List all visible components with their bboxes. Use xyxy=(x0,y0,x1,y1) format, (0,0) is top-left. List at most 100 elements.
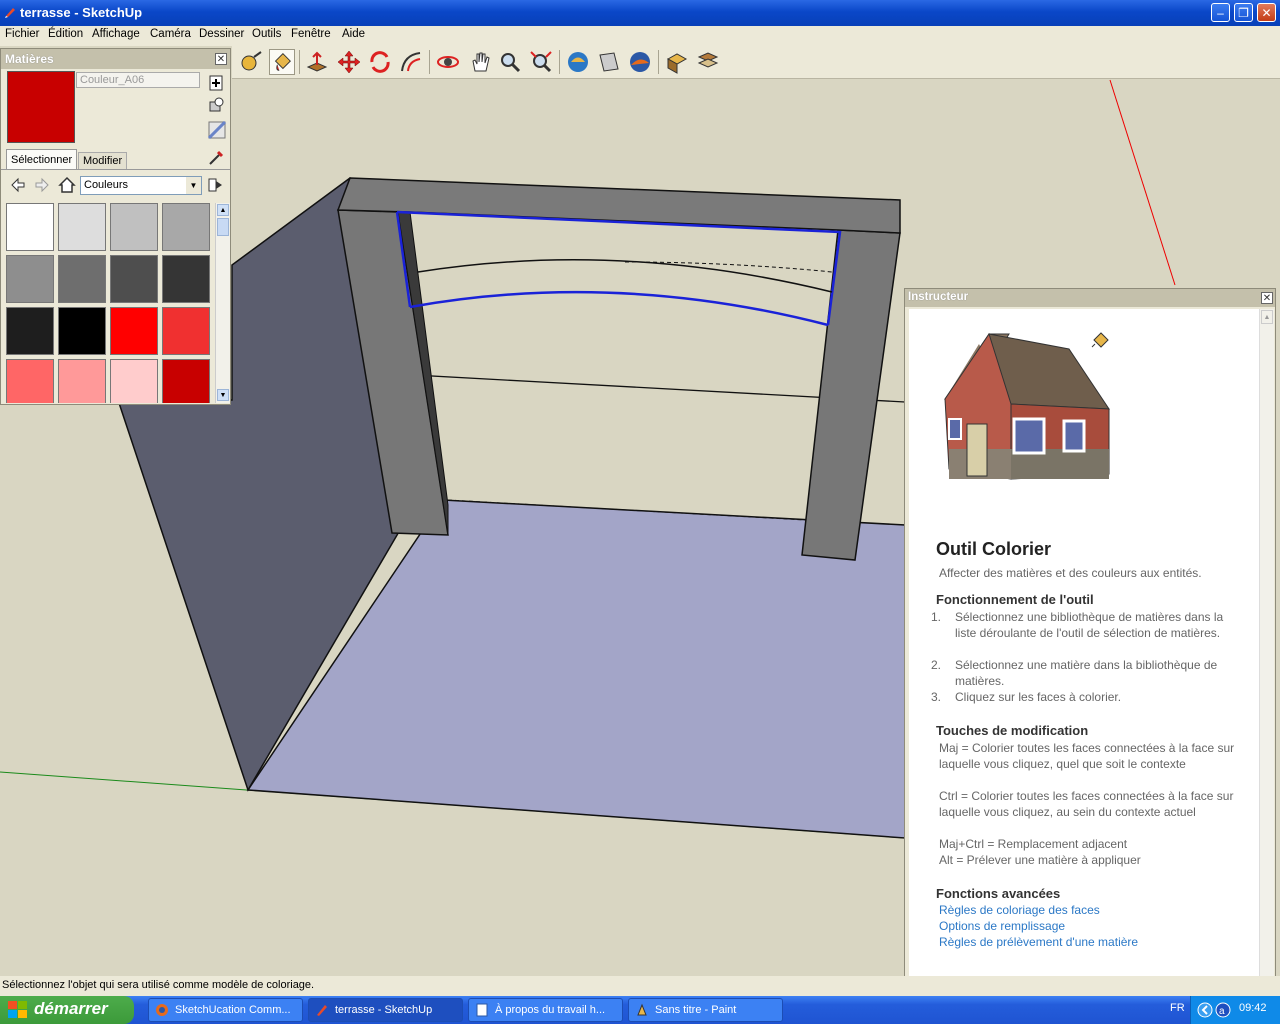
material-swatch[interactable] xyxy=(6,359,54,403)
modifier-item: Maj = Colorier toutes les faces connecté… xyxy=(939,741,1235,771)
material-swatch[interactable] xyxy=(162,307,210,355)
current-material-swatch xyxy=(7,71,75,143)
forward-arrow-icon[interactable] xyxy=(34,177,50,193)
menu-aide[interactable]: Aide xyxy=(342,28,365,40)
paint-bucket-icon xyxy=(274,53,291,71)
pan-hand-icon[interactable] xyxy=(467,49,493,75)
material-swatch[interactable] xyxy=(6,307,54,355)
material-swatch[interactable] xyxy=(110,359,158,403)
paint-bucket-button[interactable] xyxy=(269,49,295,75)
tape-measure-icon[interactable] xyxy=(238,49,264,75)
task-sketchup[interactable]: terrasse - SketchUp xyxy=(308,998,463,1022)
library-dropdown[interactable]: Couleurs ▼ xyxy=(80,176,202,195)
menu-fichier[interactable]: Fichier xyxy=(5,28,40,40)
red-axis xyxy=(1109,79,1176,286)
sketchup-app-icon xyxy=(5,8,15,18)
scroll-down-icon[interactable]: ▼ xyxy=(217,389,229,401)
tray-expand-icon[interactable] xyxy=(1197,1002,1213,1018)
details-arrow-icon[interactable] xyxy=(208,177,224,193)
materials-stack-icon[interactable] xyxy=(695,49,721,75)
firefox-icon xyxy=(156,1004,168,1016)
move-icon[interactable] xyxy=(336,49,362,75)
material-swatch[interactable] xyxy=(58,307,106,355)
link-face-painting-rules[interactable]: Règles de coloriage des faces xyxy=(939,903,1100,917)
sketchup-icon xyxy=(317,1005,327,1016)
back-arrow-icon[interactable] xyxy=(10,177,26,193)
orbit-icon[interactable] xyxy=(435,49,461,75)
task-word[interactable]: À propos du travail h... xyxy=(468,998,623,1022)
materials-close-button[interactable]: ✕ xyxy=(215,53,227,65)
offset-icon[interactable] xyxy=(398,49,424,75)
zoom-extents-icon[interactable] xyxy=(528,49,554,75)
share-model-icon[interactable] xyxy=(596,49,622,75)
material-swatch[interactable] xyxy=(110,307,158,355)
scroll-up-icon[interactable]: ▲ xyxy=(1261,310,1273,324)
modifier-item: Maj+Ctrl = Remplacement adjacent xyxy=(939,837,1128,851)
link-sampling-rules[interactable]: Règles de prélèvement d'une matière xyxy=(939,935,1138,949)
task-paint[interactable]: Sans titre - Paint xyxy=(628,998,783,1022)
house-illustration xyxy=(944,332,1110,480)
material-swatch[interactable] xyxy=(110,255,158,303)
material-swatch[interactable] xyxy=(58,359,106,403)
create-material-icon[interactable] xyxy=(208,75,224,91)
materials-panel: Matières ✕ Couleur_A06 Sélectionner Modi… xyxy=(0,48,231,405)
link-fill-options[interactable]: Options de remplissage xyxy=(939,919,1065,933)
push-pull-icon[interactable] xyxy=(304,49,330,75)
security-tray-icon[interactable]: a xyxy=(1215,1002,1231,1018)
windows-logo-icon xyxy=(8,1001,27,1018)
rotate-icon[interactable] xyxy=(367,49,393,75)
sample-paint-icon[interactable] xyxy=(207,149,225,167)
menu-edition[interactable]: Édition xyxy=(48,28,83,40)
modifier-item: Alt = Prélever une matière à appliquer xyxy=(939,853,1141,867)
preview-material-icon[interactable] xyxy=(208,121,226,139)
task-firefox[interactable]: SketchUcation Comm... xyxy=(148,998,303,1022)
status-bar: Sélectionnez l'objet qui sera utilisé co… xyxy=(0,976,1280,996)
close-button[interactable]: ✕ xyxy=(1257,3,1276,22)
language-indicator[interactable]: FR xyxy=(1170,1002,1185,1014)
components-icon[interactable] xyxy=(664,49,690,75)
material-swatch[interactable] xyxy=(6,255,54,303)
menu-outils[interactable]: Outils xyxy=(252,28,281,40)
scroll-up-icon[interactable]: ▲ xyxy=(217,204,229,216)
paint-bucket-icon xyxy=(1091,332,1109,348)
menu-affichage[interactable]: Affichage xyxy=(92,28,140,40)
material-swatch[interactable] xyxy=(58,203,106,251)
top-beam xyxy=(336,177,901,234)
arch-curve xyxy=(417,259,833,293)
material-swatch[interactable] xyxy=(110,203,158,251)
library-dropdown-value: Couleurs xyxy=(84,179,129,191)
selected-edge-top xyxy=(396,210,842,326)
svg-text:a: a xyxy=(1219,1006,1225,1017)
instructor-close-button[interactable]: ✕ xyxy=(1261,292,1273,304)
google-earth-icon[interactable] xyxy=(627,49,653,75)
material-swatch[interactable] xyxy=(162,359,210,403)
title-bar: terrasse - SketchUp – ❐ ✕ xyxy=(0,0,1280,26)
maximize-button[interactable]: ❐ xyxy=(1234,3,1253,22)
minimize-button[interactable]: – xyxy=(1211,3,1230,22)
material-name-field[interactable]: Couleur_A06 xyxy=(76,72,200,88)
start-button[interactable]: démarrer xyxy=(0,996,134,1024)
menu-dessiner[interactable]: Dessiner xyxy=(199,28,244,40)
swatch-scrollbar[interactable]: ▲ ▼ xyxy=(215,203,230,403)
home-icon[interactable] xyxy=(58,176,76,194)
window-title: terrasse - SketchUp xyxy=(20,5,143,20)
material-swatch[interactable] xyxy=(162,255,210,303)
main-toolbar xyxy=(232,46,1280,79)
instructor-scrollbar[interactable]: ▲ xyxy=(1259,309,1274,995)
advanced-heading: Fonctions avancées xyxy=(936,886,1061,901)
material-swatch[interactable] xyxy=(162,203,210,251)
tab-selectionner[interactable]: Sélectionner xyxy=(6,149,78,169)
scroll-thumb[interactable] xyxy=(217,218,229,236)
get-models-icon[interactable] xyxy=(565,49,591,75)
zoom-icon[interactable] xyxy=(497,49,523,75)
tab-modifier[interactable]: Modifier xyxy=(78,152,128,169)
instructor-title: Instructeur xyxy=(908,291,969,303)
menu-camera[interactable]: Caméra xyxy=(150,28,191,40)
document-icon xyxy=(476,1003,488,1017)
right-post xyxy=(801,229,901,561)
system-tray: a 09:42 xyxy=(1190,996,1280,1024)
material-swatch[interactable] xyxy=(6,203,54,251)
menu-fenetre[interactable]: Fenêtre xyxy=(291,28,331,40)
reset-material-icon[interactable] xyxy=(208,97,224,113)
material-swatch[interactable] xyxy=(58,255,106,303)
